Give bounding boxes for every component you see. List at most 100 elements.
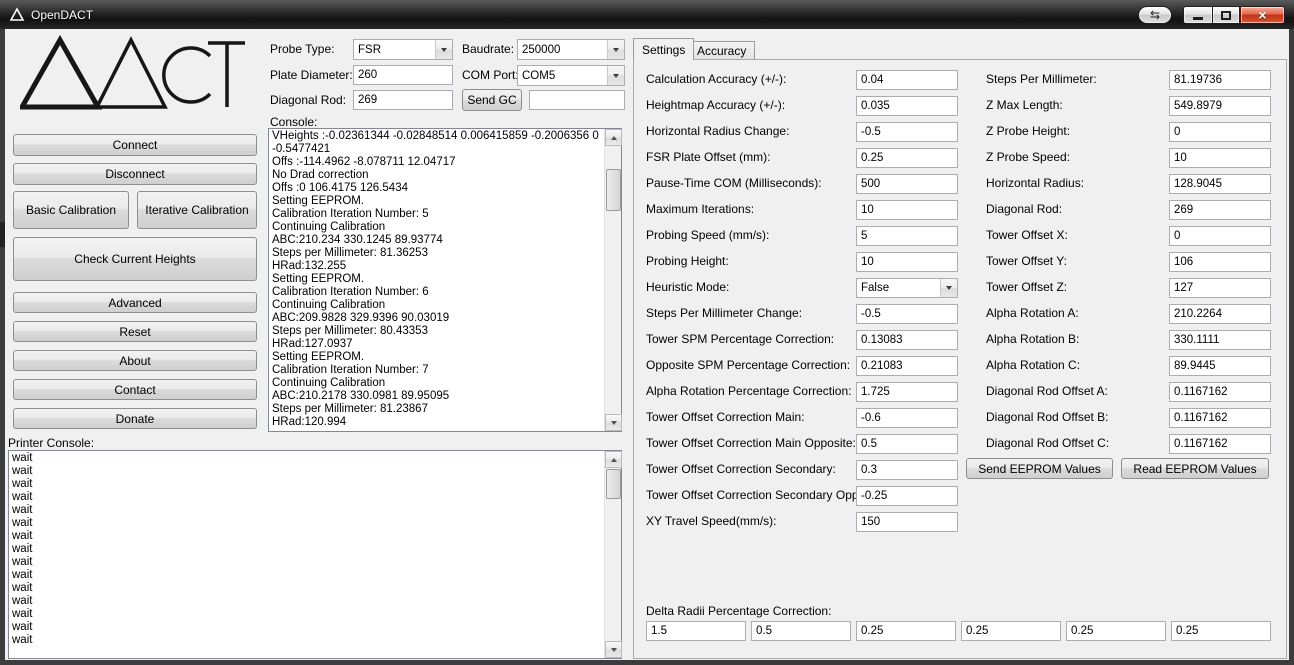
printer-console-textbox[interactable]: wait wait wait wait wait wait wait wait … [8, 450, 622, 659]
close-button[interactable]: × [1240, 6, 1285, 24]
delta-radii-field[interactable] [856, 621, 956, 641]
donate-button[interactable]: Donate [13, 408, 257, 429]
field-input-box[interactable] [1169, 226, 1271, 246]
field-input-box[interactable] [856, 278, 958, 298]
field-input-box[interactable] [1169, 330, 1271, 350]
diagonal-rod-field[interactable] [353, 90, 453, 110]
console-scrollbar[interactable] [604, 129, 621, 431]
gcode-input[interactable] [529, 90, 625, 110]
field-input-box[interactable] [856, 356, 958, 376]
field-input[interactable] [1169, 278, 1271, 298]
field-input-box[interactable] [1169, 200, 1271, 220]
field-input-box[interactable] [856, 96, 958, 116]
printer-console-scrollbar[interactable] [604, 451, 621, 658]
send-gc-button[interactable]: Send GC [462, 89, 522, 111]
field-input-box[interactable] [1169, 148, 1271, 168]
field-input-box[interactable] [856, 70, 958, 90]
field-input-box[interactable] [856, 330, 958, 350]
send-eeprom-button[interactable]: Send EEPROM Values [966, 458, 1113, 479]
plate-diameter-input[interactable] [353, 65, 453, 85]
reset-button[interactable]: Reset [13, 321, 257, 342]
contact-button[interactable]: Contact [13, 379, 257, 400]
delta-radii-input[interactable] [961, 621, 1061, 641]
read-eeprom-button[interactable]: Read EEPROM Values [1121, 458, 1269, 479]
field-input[interactable] [856, 148, 958, 168]
basic-calibration-button[interactable]: Basic Calibration [13, 191, 129, 229]
field-input-box[interactable] [856, 200, 958, 220]
field-input-box[interactable] [856, 382, 958, 402]
field-input-box[interactable] [856, 148, 958, 168]
scroll-down-arrow[interactable] [605, 641, 622, 658]
field-input-box[interactable] [856, 408, 958, 428]
field-input[interactable] [856, 486, 958, 506]
field-input[interactable] [1169, 148, 1271, 168]
swap-arrows-button[interactable]: ⇆ [1138, 6, 1172, 24]
scrollbar-thumb[interactable] [606, 169, 621, 211]
delta-radii-input[interactable] [646, 621, 746, 641]
delta-radii-field[interactable] [1171, 621, 1271, 641]
field-input[interactable] [856, 226, 958, 246]
scroll-up-arrow[interactable] [605, 129, 622, 146]
field-input-box[interactable] [1169, 382, 1271, 402]
iterative-calibration-button[interactable]: Iterative Calibration [137, 191, 257, 229]
maximize-button[interactable] [1212, 6, 1240, 24]
field-input[interactable] [856, 96, 958, 116]
field-input[interactable] [1169, 408, 1271, 428]
com-port-select[interactable] [517, 65, 625, 86]
field-input[interactable] [1169, 200, 1271, 220]
plate-diameter-field[interactable] [353, 65, 453, 85]
field-input[interactable] [856, 382, 958, 402]
field-input[interactable] [1169, 174, 1271, 194]
field-input[interactable] [856, 356, 958, 376]
field-input[interactable] [856, 252, 958, 272]
field-input-box[interactable] [856, 252, 958, 272]
field-input-box[interactable] [856, 460, 958, 480]
field-input-box[interactable] [1169, 356, 1271, 376]
field-input-box[interactable] [1169, 174, 1271, 194]
field-input[interactable] [856, 304, 958, 324]
field-input-box[interactable] [1169, 252, 1271, 272]
field-input[interactable] [856, 408, 958, 428]
field-input-box[interactable] [1169, 278, 1271, 298]
field-input[interactable] [856, 434, 958, 454]
field-input[interactable] [1169, 304, 1271, 324]
delta-radii-input[interactable] [751, 621, 851, 641]
field-input-box[interactable] [1169, 70, 1271, 90]
delta-radii-input[interactable] [856, 621, 956, 641]
field-input-box[interactable] [856, 226, 958, 246]
field-input[interactable] [856, 200, 958, 220]
advanced-button[interactable]: Advanced [13, 292, 257, 313]
tab-accuracy[interactable]: Accuracy [688, 41, 755, 60]
diagonal-rod-input[interactable] [353, 90, 453, 110]
field-input[interactable] [1169, 252, 1271, 272]
console-text[interactable]: VHeights :-0.02361344 -0.02848514 0.0064… [272, 130, 602, 430]
scroll-up-arrow[interactable] [605, 451, 622, 468]
field-input-box[interactable] [856, 434, 958, 454]
delta-radii-field[interactable] [646, 621, 746, 641]
field-input-box[interactable] [856, 486, 958, 506]
about-button[interactable]: About [13, 350, 257, 371]
minimize-button[interactable] [1183, 6, 1212, 24]
field-input[interactable] [856, 460, 958, 480]
field-input-box[interactable] [1169, 122, 1271, 142]
connect-button[interactable]: Connect [13, 134, 257, 156]
check-current-heights-button[interactable]: Check Current Heights [13, 237, 257, 281]
field-input-box[interactable] [856, 122, 958, 142]
field-input[interactable] [856, 512, 958, 532]
probe-type-select[interactable] [353, 39, 453, 60]
delta-radii-field[interactable] [751, 621, 851, 641]
disconnect-button[interactable]: Disconnect [13, 163, 257, 185]
field-input[interactable] [856, 70, 958, 90]
printer-console-text[interactable]: wait wait wait wait wait wait wait wait … [12, 452, 602, 657]
console-textbox[interactable]: VHeights :-0.02361344 -0.02848514 0.0064… [268, 128, 622, 432]
delta-radii-field[interactable] [1066, 621, 1166, 641]
field-input[interactable] [856, 330, 958, 350]
field-input[interactable] [856, 174, 958, 194]
delta-radii-field[interactable] [961, 621, 1061, 641]
field-input[interactable] [1169, 226, 1271, 246]
field-input-box[interactable] [1169, 304, 1271, 324]
field-input[interactable] [1169, 356, 1271, 376]
field-input-box[interactable] [856, 512, 958, 532]
tab-settings[interactable]: Settings [633, 38, 694, 60]
scroll-down-arrow[interactable] [605, 414, 622, 431]
